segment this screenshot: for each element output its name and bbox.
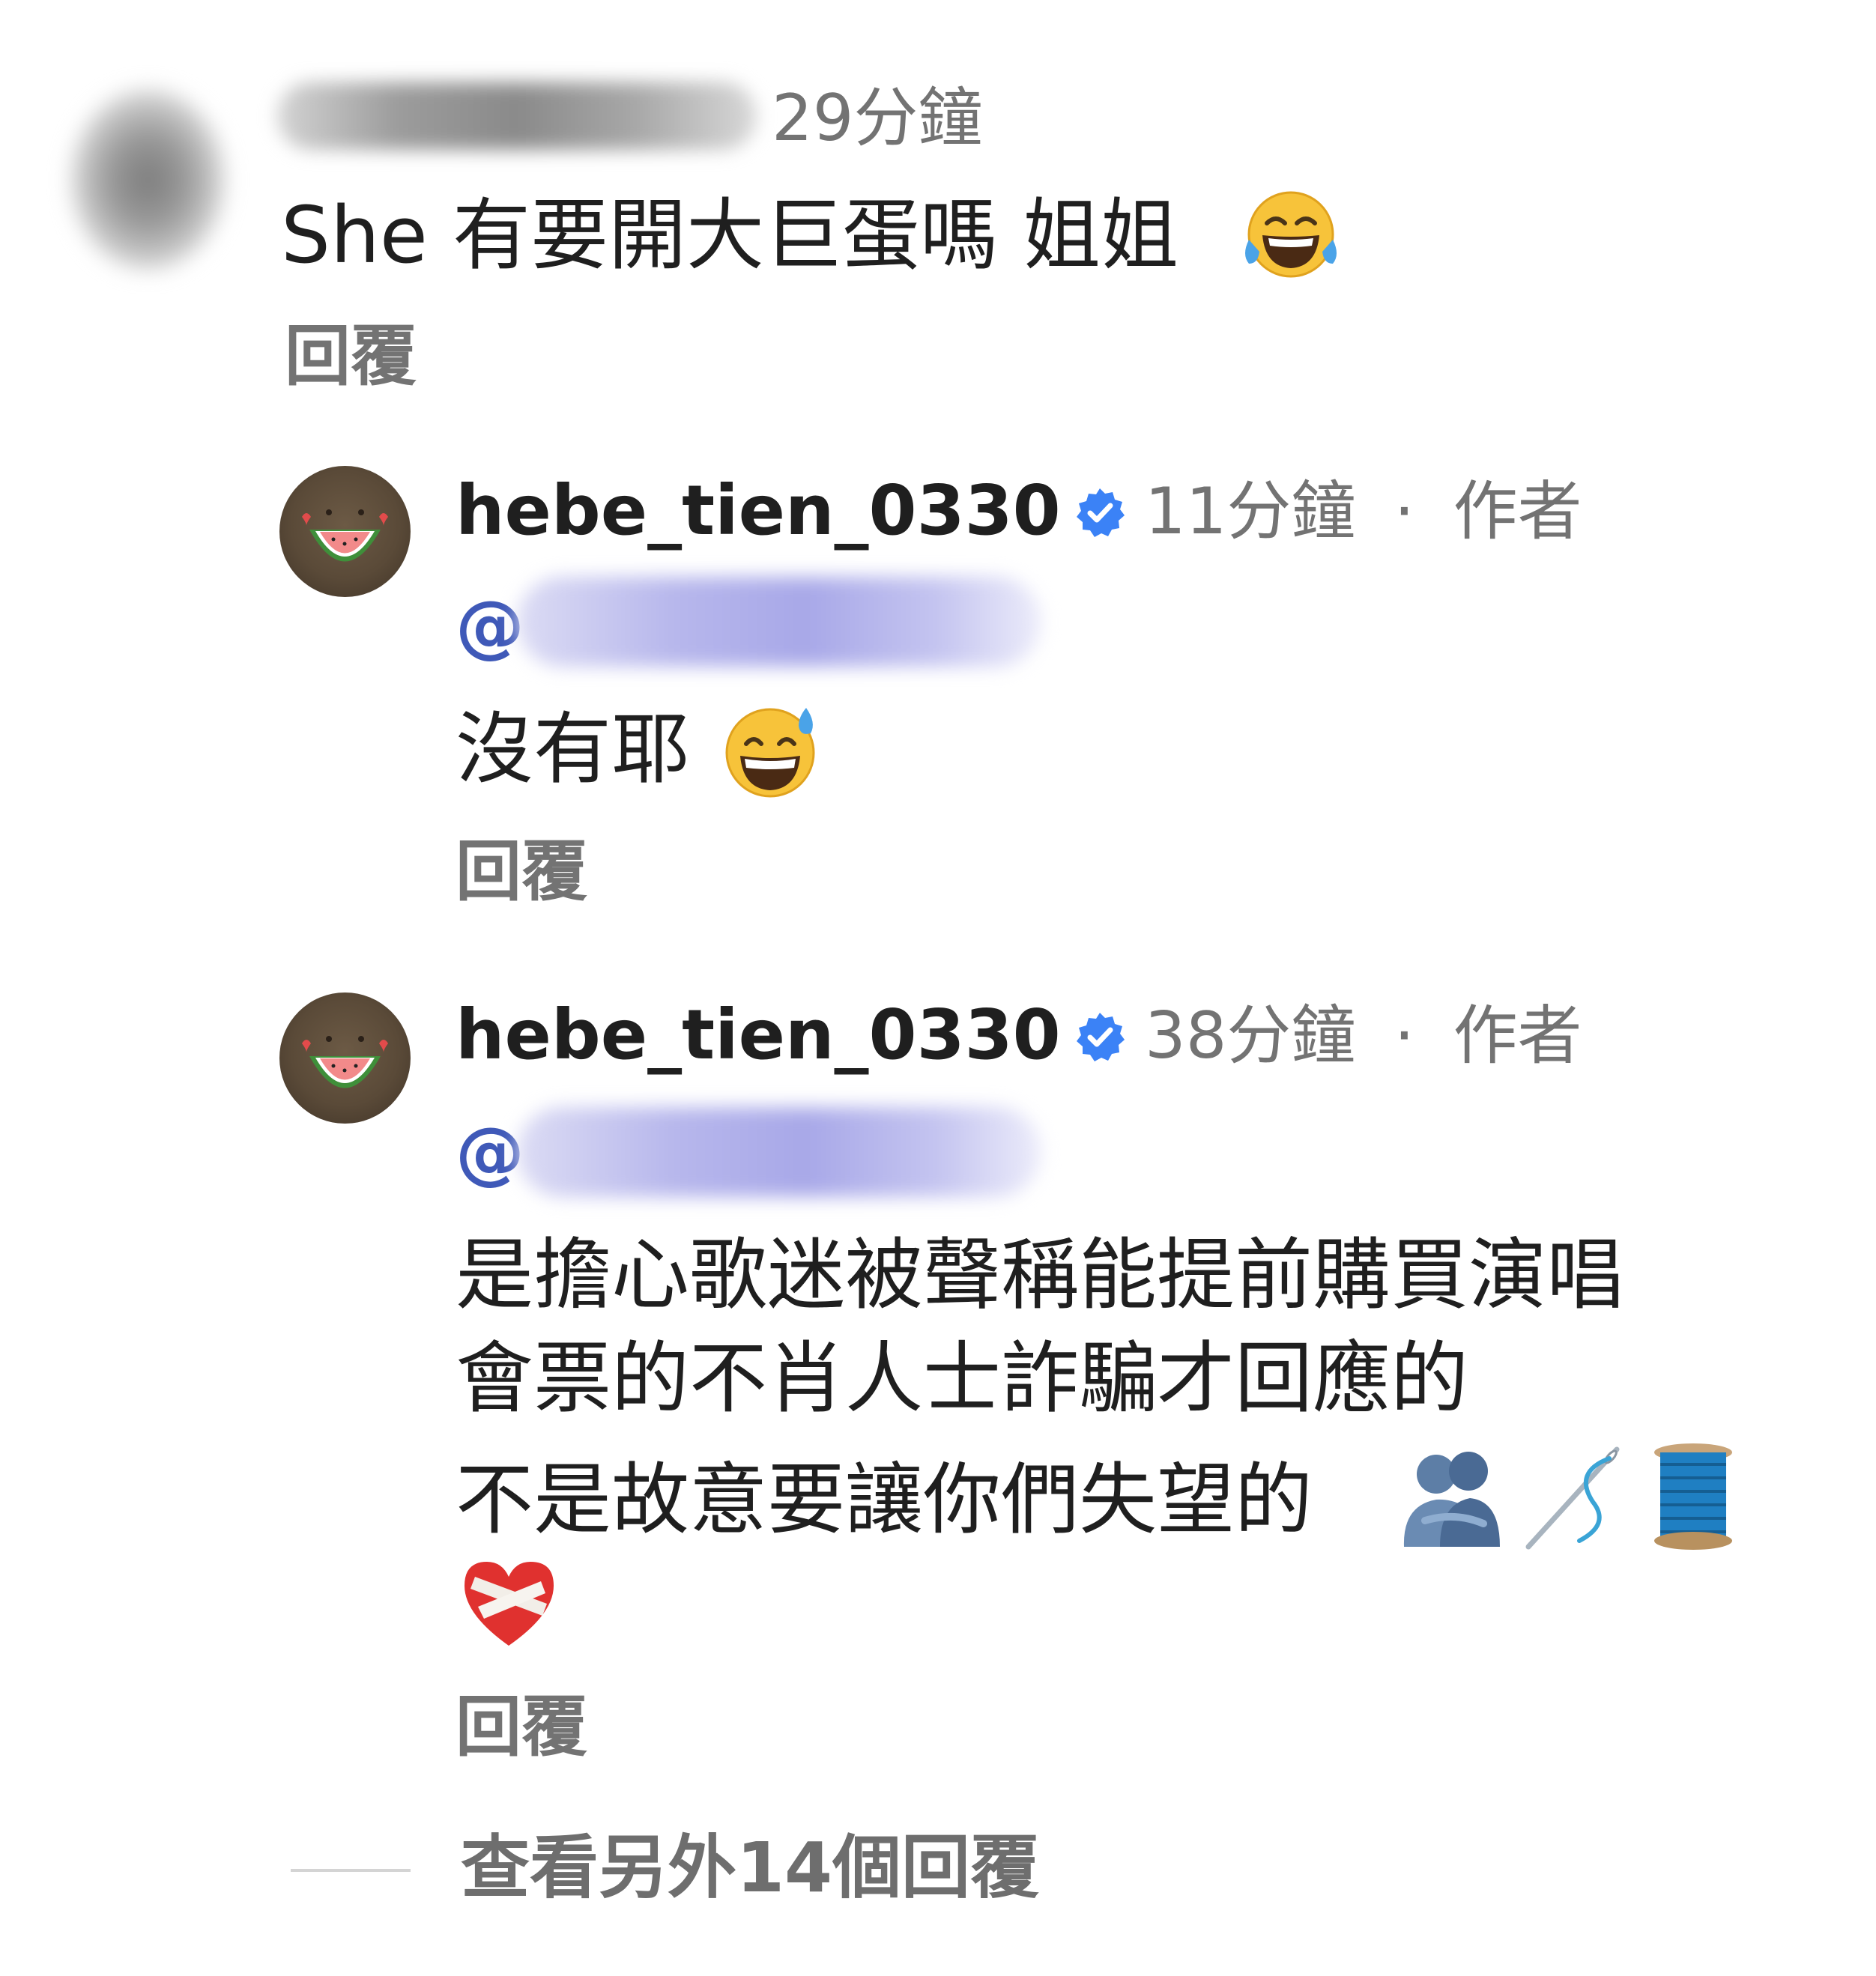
author-label: 作者: [1453, 998, 1582, 1073]
watermelon-avatar-icon: [302, 509, 388, 562]
comment-text: She 有要開大巨蛋嗎 姐姐: [281, 196, 1178, 274]
reply-text-line: 是擔心歌迷被聲稱能提前購買演唱: [456, 1229, 1625, 1321]
reply-meta: 11分鐘 · 作者: [1145, 479, 1582, 544]
spool-of-thread-icon: [1654, 1443, 1732, 1550]
face-with-tears-of-joy-icon: [1245, 191, 1337, 278]
mention-prefix[interactable]: @: [456, 592, 524, 661]
meta-separator: ·: [1394, 474, 1415, 549]
verified-badge-icon: [1077, 1013, 1125, 1061]
grinning-face-with-sweat-icon: [725, 708, 815, 798]
reply-timestamp: 11分鐘: [1145, 474, 1356, 549]
username[interactable]: hebe_tien_0330: [456, 1001, 1061, 1070]
mention-redacted[interactable]: [517, 577, 1041, 667]
mention-prefix[interactable]: @: [456, 1118, 524, 1187]
avatar[interactable]: [279, 466, 411, 597]
reply-text-line: 會票的不肖人士詐騙才回應的: [456, 1333, 1469, 1424]
sewing-needle-icon: [1525, 1446, 1620, 1550]
meta-separator: ·: [1394, 998, 1415, 1073]
verified-badge-icon: [1077, 488, 1125, 537]
replies-divider: [291, 1869, 411, 1872]
reply-button[interactable]: 回覆: [456, 839, 587, 905]
reply-timestamp: 38分鐘: [1145, 998, 1356, 1073]
reply-text-line: 不是故意要讓你們失望的: [456, 1454, 1313, 1545]
view-more-replies-button[interactable]: 查看另外14個回覆: [461, 1834, 1039, 1903]
author-label: 作者: [1453, 474, 1582, 549]
reply-text-line: 沒有耶: [456, 703, 690, 795]
reply-meta: 38分鐘 · 作者: [1145, 1004, 1582, 1068]
username-redacted[interactable]: [277, 82, 757, 150]
avatar[interactable]: [279, 992, 411, 1124]
mending-heart-icon: [465, 1562, 554, 1646]
comment-timestamp: 29分鐘: [772, 81, 983, 156]
people-hugging-icon: [1403, 1452, 1500, 1547]
username[interactable]: hebe_tien_0330: [456, 476, 1061, 545]
comment-text-content: She 有要開大巨蛋嗎 姐姐: [281, 190, 1179, 281]
reply-button[interactable]: 回覆: [285, 324, 417, 390]
mention-redacted[interactable]: [517, 1107, 1041, 1197]
reply-button[interactable]: 回覆: [456, 1694, 587, 1760]
avatar-redacted[interactable]: [71, 90, 225, 270]
watermelon-avatar-icon: [302, 1036, 388, 1088]
